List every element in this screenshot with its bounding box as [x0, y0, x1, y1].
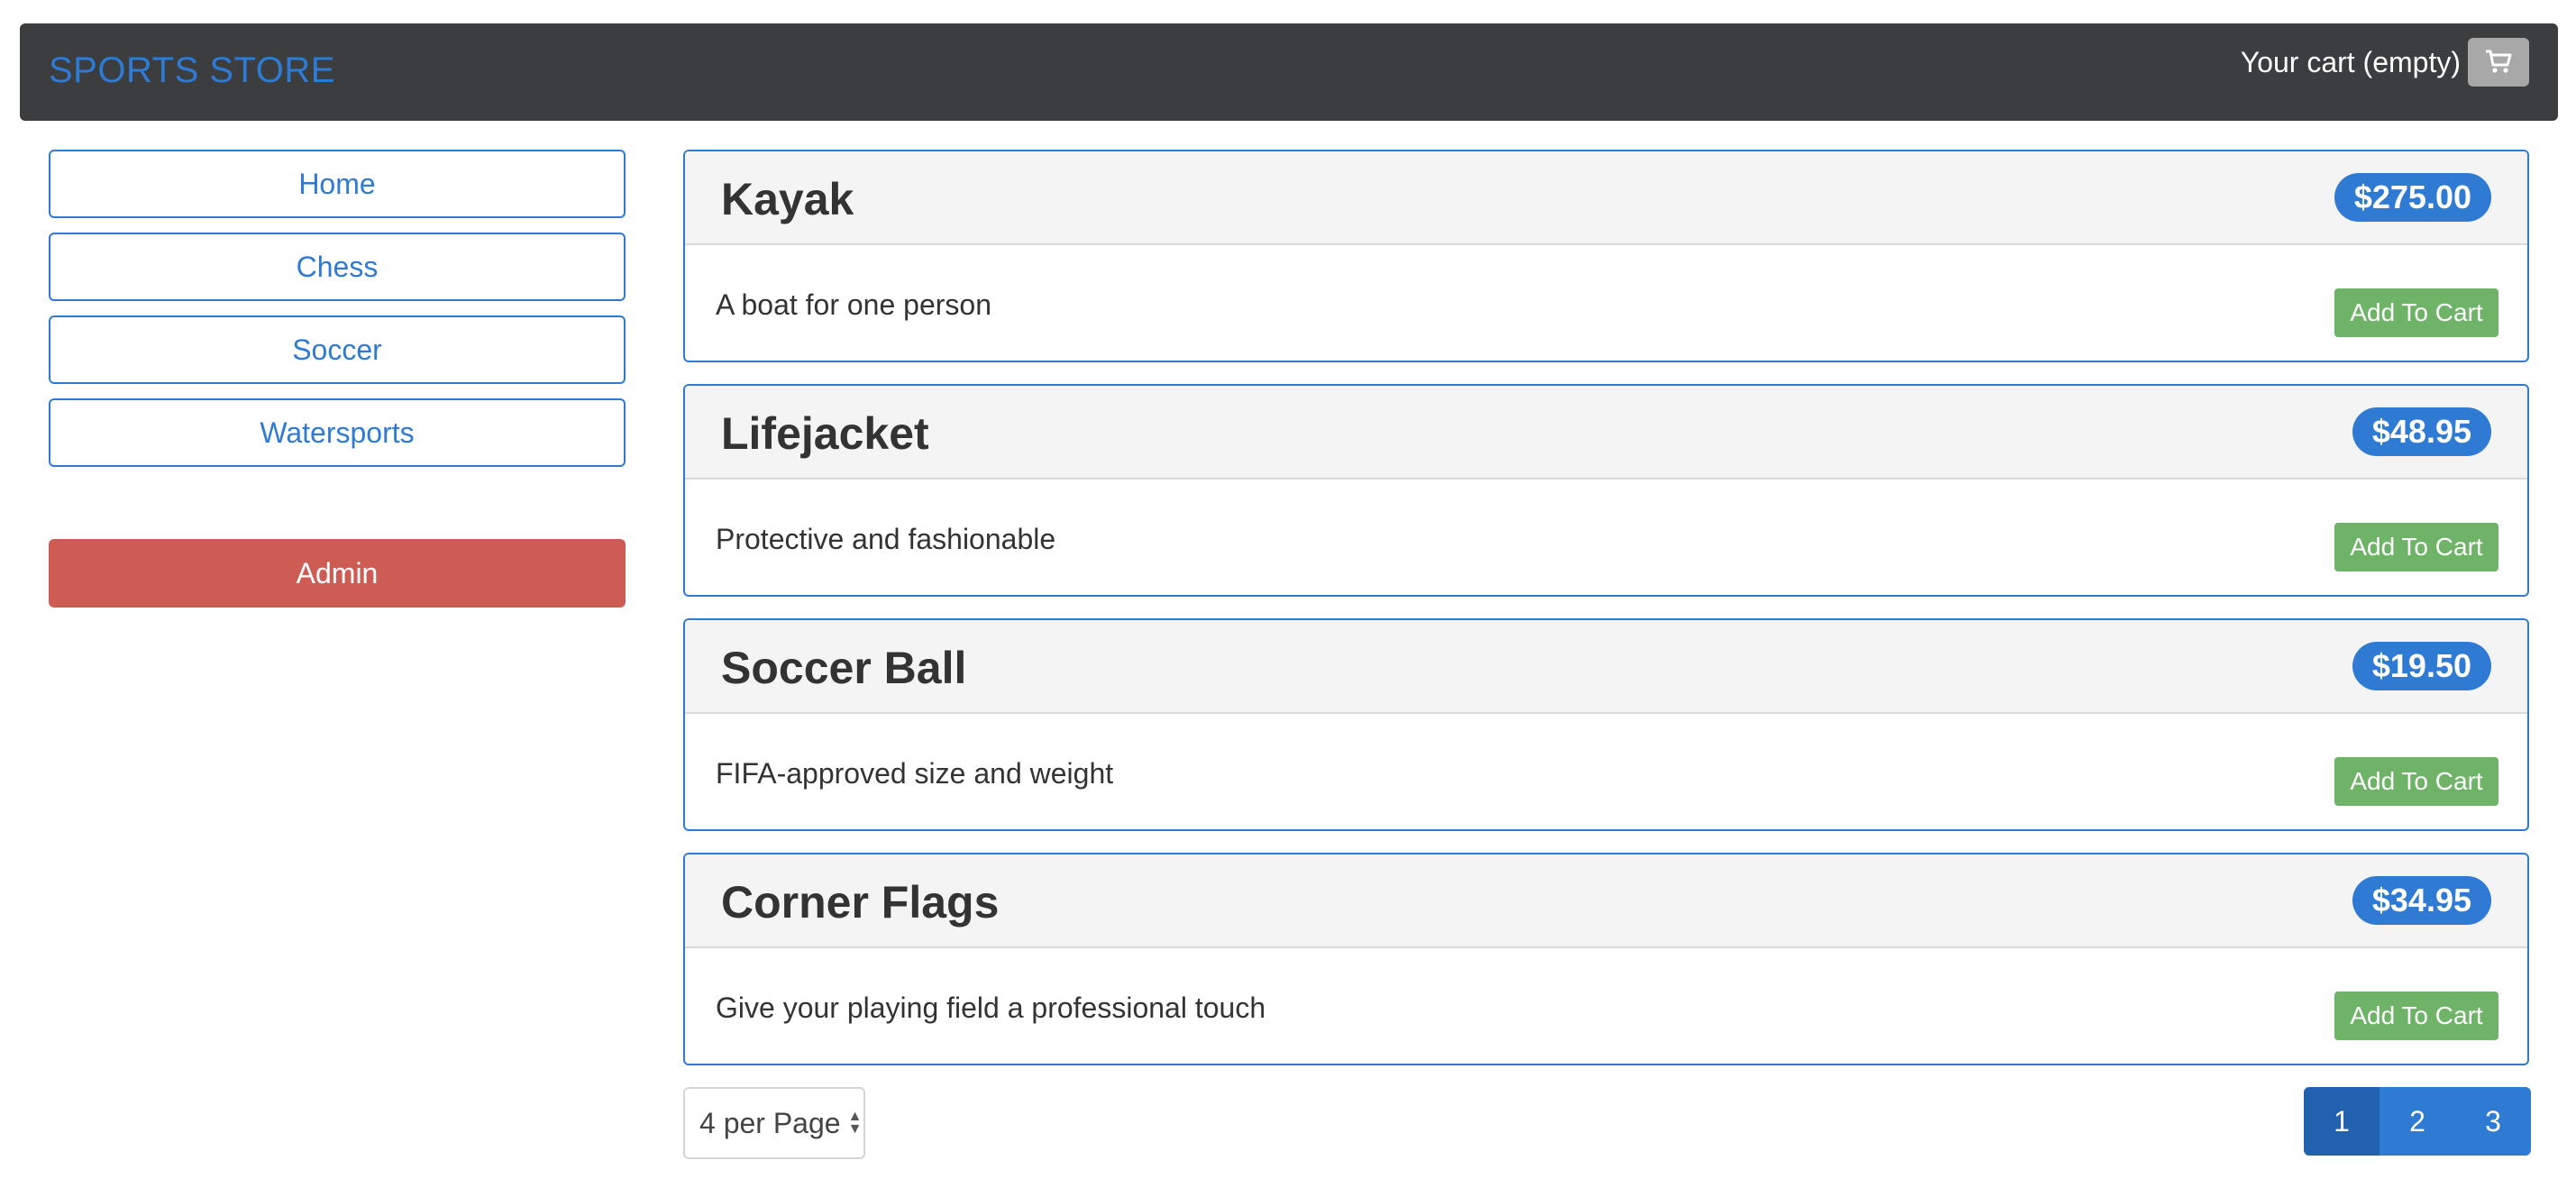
select-arrows-icon: ▲ ▼ [847, 1109, 863, 1137]
page-button-2[interactable]: 2 [2380, 1087, 2455, 1156]
product-card: Lifejacket $48.95 Protective and fashion… [683, 384, 2529, 597]
price-badge: $34.95 [2352, 876, 2491, 925]
product-card-header: Kayak $275.00 [685, 151, 2527, 245]
cart-button[interactable] [2468, 38, 2529, 87]
product-list: Kayak $275.00 A boat for one person Add … [683, 150, 2529, 1087]
add-to-cart-button[interactable]: Add To Cart [2334, 757, 2498, 806]
add-to-cart-button[interactable]: Add To Cart [2334, 992, 2498, 1040]
category-sidebar: Home Chess Soccer Watersports Admin [49, 150, 626, 608]
product-card: Corner Flags $34.95 Give your playing fi… [683, 853, 2529, 1065]
product-card: Soccer Ball $19.50 FIFA-approved size an… [683, 618, 2529, 831]
navbar: SPORTS STORE Your cart (empty) [20, 23, 2558, 121]
product-description: A boat for one person [716, 288, 991, 321]
pagination: 1 2 3 [2304, 1087, 2531, 1156]
brand-title[interactable]: SPORTS STORE [49, 50, 335, 91]
product-description: Give your playing field a professional t… [716, 992, 1266, 1024]
page-size-value: 4 per Page [699, 1106, 841, 1139]
product-description: FIFA-approved size and weight [716, 757, 1114, 790]
category-watersports-button[interactable]: Watersports [49, 398, 626, 467]
product-description: Protective and fashionable [716, 523, 1056, 555]
page-size-select[interactable]: 4 per Page ▲ ▼ [683, 1087, 865, 1159]
price-badge: $275.00 [2334, 173, 2491, 222]
product-name: Lifejacket [721, 408, 929, 459]
product-name: Soccer Ball [721, 643, 967, 693]
product-card-body: Give your playing field a professional t… [685, 948, 2527, 1064]
price-badge: $19.50 [2352, 642, 2491, 690]
shopping-cart-icon [2486, 50, 2512, 73]
page-button-3[interactable]: 3 [2455, 1087, 2531, 1156]
cart-summary: Your cart (empty) [2241, 38, 2529, 87]
category-chess-button[interactable]: Chess [49, 233, 626, 301]
category-soccer-button[interactable]: Soccer [49, 315, 626, 384]
page-button-1[interactable]: 1 [2304, 1087, 2380, 1156]
product-card-body: Protective and fashionable Add To Cart [685, 480, 2527, 595]
add-to-cart-button[interactable]: Add To Cart [2334, 288, 2498, 337]
cart-status-text: Your cart (empty) [2240, 45, 2461, 78]
category-home-button[interactable]: Home [49, 150, 626, 218]
product-card-header: Soccer Ball $19.50 [685, 620, 2527, 714]
product-card-body: FIFA-approved size and weight Add To Car… [685, 714, 2527, 829]
product-card: Kayak $275.00 A boat for one person Add … [683, 150, 2529, 362]
product-name: Kayak [721, 174, 854, 224]
product-card-body: A boat for one person Add To Cart [685, 245, 2527, 361]
product-name: Corner Flags [721, 877, 1000, 928]
admin-button[interactable]: Admin [49, 539, 626, 608]
price-badge: $48.95 [2352, 407, 2491, 456]
add-to-cart-button[interactable]: Add To Cart [2334, 523, 2498, 571]
product-card-header: Lifejacket $48.95 [685, 386, 2527, 480]
product-card-header: Corner Flags $34.95 [685, 854, 2527, 948]
